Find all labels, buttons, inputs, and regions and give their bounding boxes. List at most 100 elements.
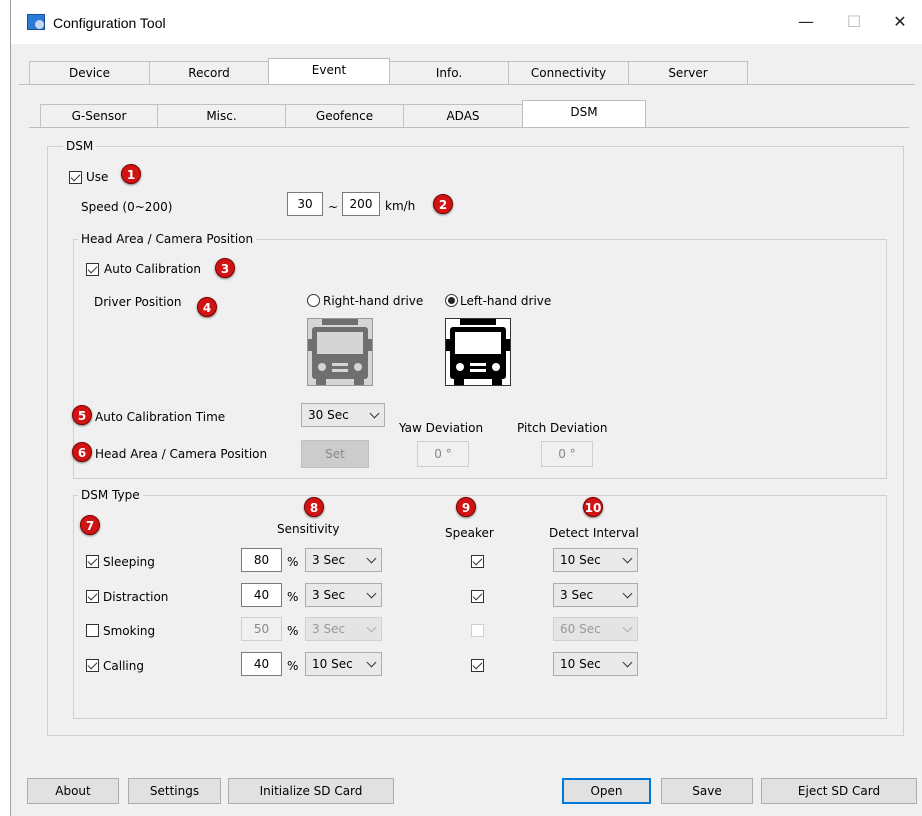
smoking-speaker-checkbox[interactable] xyxy=(471,624,484,637)
right-hand-drive-label: Right-hand drive xyxy=(323,294,424,308)
calling-duration-select[interactable]: 10 Sec xyxy=(305,652,382,676)
smoking-sensitivity-input[interactable]: 50 xyxy=(241,617,282,641)
chevron-down-icon xyxy=(622,588,633,599)
initialize-sd-card-button[interactable]: Initialize SD Card xyxy=(228,778,394,804)
detect-interval-header: Detect Interval xyxy=(549,526,639,540)
calling-interval-select[interactable]: 10 Sec xyxy=(553,652,638,676)
callout-badge-3: 3 xyxy=(215,258,235,278)
head-area-camera-label: Head Area / Camera Position xyxy=(95,447,268,461)
settings-button[interactable]: Settings xyxy=(128,778,221,804)
chevron-down-icon xyxy=(369,408,380,419)
auto-calibration-checkbox[interactable] xyxy=(86,263,99,276)
distraction-checkbox[interactable] xyxy=(86,590,99,603)
right-hand-bus-icon[interactable] xyxy=(307,318,373,386)
callout-badge-6: 6 xyxy=(72,442,92,462)
smoking-interval-select[interactable]: 60 Sec xyxy=(553,617,638,641)
auto-calibration-time-label: Auto Calibration Time xyxy=(95,410,226,424)
tab-server[interactable]: Server xyxy=(628,61,748,85)
distraction-speaker-checkbox[interactable] xyxy=(471,590,484,603)
callout-badge-4: 4 xyxy=(197,297,217,317)
tab-info[interactable]: Info. xyxy=(389,61,509,85)
speed-label: Speed (0~200) xyxy=(81,200,173,214)
save-button[interactable]: Save xyxy=(661,778,753,804)
percent-label: % xyxy=(287,624,299,638)
tab-connectivity[interactable]: Connectivity xyxy=(508,61,629,85)
window-title: Configuration Tool xyxy=(53,15,166,31)
chevron-down-icon xyxy=(366,553,377,564)
sleeping-checkbox[interactable] xyxy=(86,555,99,568)
right-hand-drive-radio[interactable] xyxy=(307,294,320,307)
app-window: Configuration Tool — ☐ ✕ Device Record E… xyxy=(10,0,922,816)
tab-geofence[interactable]: Geofence xyxy=(285,104,404,128)
eject-sd-card-button[interactable]: Eject SD Card xyxy=(761,778,917,804)
sleeping-interval-value: 10 Sec xyxy=(560,553,601,567)
yaw-deviation-field: 0 ° xyxy=(417,441,469,467)
minimize-button[interactable]: — xyxy=(783,8,829,36)
distraction-duration-value: 3 Sec xyxy=(312,588,346,602)
smoking-label: Smoking xyxy=(103,624,156,638)
distraction-duration-select[interactable]: 3 Sec xyxy=(305,583,382,607)
left-hand-bus-icon[interactable] xyxy=(445,318,511,386)
smoking-duration-value: 3 Sec xyxy=(312,622,346,636)
tab-misc[interactable]: Misc. xyxy=(157,104,286,128)
calling-interval-value: 10 Sec xyxy=(560,657,601,671)
smoking-duration-select[interactable]: 3 Sec xyxy=(305,617,382,641)
open-button[interactable]: Open xyxy=(562,778,651,804)
distraction-interval-select[interactable]: 3 Sec xyxy=(553,583,638,607)
calling-speaker-checkbox[interactable] xyxy=(471,659,484,672)
auto-calibration-time-select[interactable]: 30 Sec xyxy=(301,403,385,427)
callout-badge-2: 2 xyxy=(433,194,453,214)
maximize-button[interactable]: ☐ xyxy=(831,8,877,36)
sleeping-duration-value: 3 Sec xyxy=(312,553,346,567)
callout-badge-1: 1 xyxy=(121,164,141,184)
tab-g-sensor[interactable]: G-Sensor xyxy=(40,104,158,128)
chevron-down-icon xyxy=(366,588,377,599)
auto-calibration-time-value: 30 Sec xyxy=(308,408,349,422)
callout-badge-8: 8 xyxy=(304,497,324,517)
distraction-label: Distraction xyxy=(103,590,169,604)
speed-max-input[interactable]: 200 xyxy=(342,192,380,216)
set-button[interactable]: Set xyxy=(301,440,369,468)
calling-label: Calling xyxy=(103,659,144,673)
left-hand-drive-radio[interactable] xyxy=(445,294,458,307)
tab-dsm[interactable]: DSM xyxy=(522,100,646,127)
driver-position-label: Driver Position xyxy=(94,295,182,309)
speed-min-input[interactable]: 30 xyxy=(287,192,323,216)
about-button[interactable]: About xyxy=(27,778,119,804)
sleeping-duration-select[interactable]: 3 Sec xyxy=(305,548,382,572)
percent-label: % xyxy=(287,590,299,604)
percent-label: % xyxy=(287,659,299,673)
calling-sensitivity-input[interactable]: 40 xyxy=(241,652,282,676)
callout-badge-5: 5 xyxy=(72,405,92,425)
calling-duration-value: 10 Sec xyxy=(312,657,353,671)
yaw-deviation-label: Yaw Deviation xyxy=(399,421,484,435)
tab-record[interactable]: Record xyxy=(149,61,269,85)
tab-event[interactable]: Event xyxy=(268,58,390,85)
callout-badge-9: 9 xyxy=(456,497,476,517)
sleeping-interval-select[interactable]: 10 Sec xyxy=(553,548,638,572)
sleeping-speaker-checkbox[interactable] xyxy=(471,555,484,568)
sensitivity-header: Sensitivity xyxy=(277,522,340,536)
tab-device[interactable]: Device xyxy=(29,61,150,85)
speed-unit: km/h xyxy=(385,199,416,213)
dsm-group-label: DSM xyxy=(63,139,97,153)
percent-label: % xyxy=(287,555,299,569)
tab-divider xyxy=(19,84,915,85)
chevron-down-icon xyxy=(622,622,633,633)
dsm-type-group-label: DSM Type xyxy=(78,488,143,502)
chevron-down-icon xyxy=(622,657,633,668)
distraction-interval-value: 3 Sec xyxy=(560,588,594,602)
app-icon xyxy=(27,14,45,30)
tab-adas[interactable]: ADAS xyxy=(403,104,523,128)
smoking-checkbox[interactable] xyxy=(86,624,99,637)
close-button[interactable]: ✕ xyxy=(877,8,922,36)
use-label: Use xyxy=(86,170,109,184)
distraction-sensitivity-input[interactable]: 40 xyxy=(241,583,282,607)
chevron-down-icon xyxy=(366,657,377,668)
speed-separator: ~ xyxy=(328,200,339,214)
callout-badge-10: 10 xyxy=(583,497,603,517)
calling-checkbox[interactable] xyxy=(86,659,99,672)
use-checkbox[interactable] xyxy=(69,171,82,184)
chevron-down-icon xyxy=(366,622,377,633)
sleeping-sensitivity-input[interactable]: 80 xyxy=(241,548,282,572)
